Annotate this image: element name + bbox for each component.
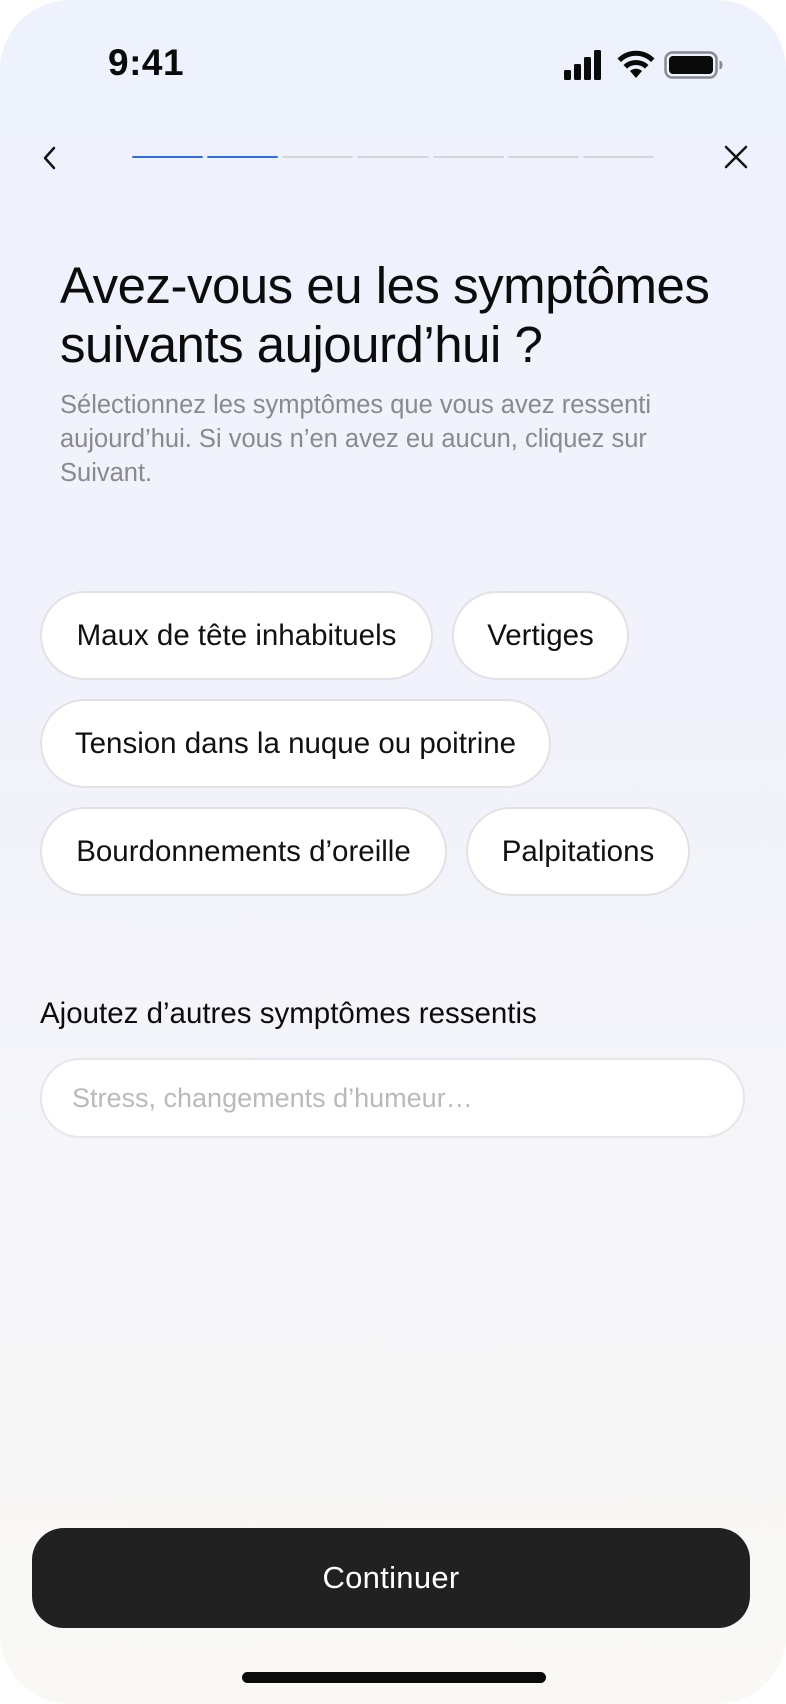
battery-icon [664,51,723,79]
screen: 9:41 Avez-vous eu les symptômes suivants… [0,0,786,1704]
progress-step [207,156,279,158]
close-icon[interactable] [722,143,750,171]
continue-button[interactable]: Continuer [32,1528,750,1628]
symptom-chip[interactable]: Vertiges [452,591,629,680]
other-symptoms-label: Ajoutez d’autres symptômes ressentis [40,997,537,1030]
status-time: 9:41 [108,42,185,83]
progress-step [357,156,429,158]
progress-step [507,156,579,158]
progress-step [132,156,204,158]
symptom-chip[interactable]: Maux de tête inhabituels [40,591,433,680]
chevron-left-icon[interactable] [36,140,64,176]
progress-bar [132,156,654,159]
cellular-signal-icon [564,50,601,80]
wifi-icon [617,50,655,78]
status-bar: 9:41 [0,0,786,130]
progress-step [582,156,654,158]
symptom-chip[interactable]: Palpitations [466,807,690,896]
page-title: Avez-vous eu les symptômes suivants aujo… [60,257,710,373]
page-subtitle: Sélectionnez les symptômes que vous avez… [60,391,652,487]
progress-step [432,156,504,158]
other-symptoms-input[interactable] [40,1058,745,1138]
progress-step [282,156,354,158]
symptom-chip[interactable]: Bourdonnements d’oreille [40,807,447,896]
home-indicator [242,1672,546,1683]
symptom-chip[interactable]: Tension dans la nuque ou poitrine [40,699,551,788]
